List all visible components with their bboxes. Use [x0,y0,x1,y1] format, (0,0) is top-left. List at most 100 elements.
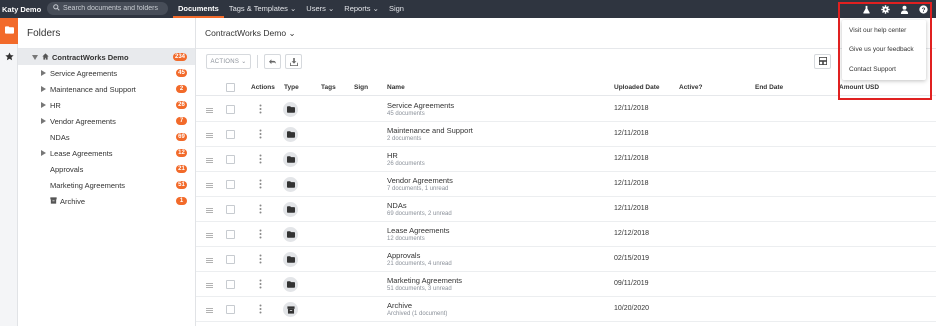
more-actions-icon[interactable] [259,104,262,116]
row-checkbox[interactable] [226,255,235,264]
nav-reports[interactable]: Reports ⌄ [339,0,384,18]
row-name[interactable]: Approvals [387,251,420,260]
folder-icon [283,227,298,242]
select-all-checkbox[interactable] [226,83,235,92]
row-checkbox[interactable] [226,130,235,139]
nav-sign[interactable]: Sign [384,0,409,18]
folder-item-vendor-agreements[interactable]: Vendor Agreements 7 [18,113,195,129]
nav-documents[interactable]: Documents [173,0,224,18]
column-uploaded-date[interactable]: Uploaded Date [614,84,660,91]
row-name[interactable]: Archive [387,301,412,310]
drag-handle-icon[interactable] [206,281,213,290]
row-subtitle: 45 documents [387,111,425,117]
nav-users[interactable]: Users ⌄ [301,0,339,18]
caret-right-icon[interactable] [40,86,46,92]
more-actions-icon[interactable] [259,229,262,241]
account-name[interactable]: Katy Demo [0,5,41,14]
more-actions-icon[interactable] [259,179,262,191]
row-checkbox[interactable] [226,230,235,239]
drag-handle-icon[interactable] [206,156,213,165]
drag-handle-icon[interactable] [206,231,213,240]
nav-tags-templates[interactable]: Tags & Templates ⌄ [224,0,301,18]
folder-item-maintenance-and-support[interactable]: Maintenance and Support 2 [18,81,195,97]
table-row[interactable]: Service Agreements 45 documents 12/11/2018 [196,97,936,122]
main-content: ContractWorks Demo ⌄ ACTIONS ⌄ Actions Ty… [196,18,936,326]
column-sign[interactable]: Sign [354,84,368,91]
more-actions-icon[interactable] [259,304,262,316]
folder-item-ndas[interactable]: NDAs 69 [18,129,195,145]
folder-item-service-agreements[interactable]: Service Agreements 45 [18,65,195,81]
more-actions-icon[interactable] [259,254,262,266]
row-uploaded-date: 10/20/2020 [614,305,650,312]
rail-favorites[interactable] [0,44,18,70]
table-row[interactable]: Maintenance and Support 2 documents 12/11/… [196,122,936,147]
folder-icon [283,202,298,217]
column-type[interactable]: Type [284,84,299,91]
top-nav: Katy Demo Documents Tags & Templates ⌄ U… [0,0,936,18]
row-checkbox[interactable] [226,105,235,114]
table-row[interactable]: Archive Archived (1 document) 10/20/2020 [196,297,936,322]
drag-handle-icon[interactable] [206,206,213,215]
folder-count-badge: 7 [176,117,187,125]
caret-down-icon[interactable] [32,54,38,60]
row-checkbox[interactable] [226,155,235,164]
folder-root[interactable]: ContractWorks Demo 234 [18,49,195,65]
table-row[interactable]: HR 26 documents 12/11/2018 [196,147,936,172]
folder-icon [283,152,298,167]
caret-right-icon[interactable] [40,118,46,124]
undo-button[interactable] [264,54,281,69]
drag-handle-icon[interactable] [206,306,213,315]
table-row[interactable]: Marketing Agreements 51 documents, 3 unre… [196,272,936,297]
more-actions-icon[interactable] [259,129,262,141]
row-name[interactable]: Service Agreements [387,101,454,110]
search-input[interactable] [63,5,163,12]
row-checkbox[interactable] [226,305,235,314]
table-row[interactable]: Vendor Agreements 7 documents, 1 unread 12… [196,172,936,197]
row-uploaded-date: 02/15/2019 [614,255,650,262]
folder-item-lease-agreements[interactable]: Lease Agreements 12 [18,145,195,161]
table-row[interactable]: Approvals 21 documents, 4 unread 02/15/201… [196,247,936,272]
search-box[interactable] [47,2,168,15]
drag-handle-icon[interactable] [206,181,213,190]
folder-item-marketing-agreements[interactable]: Marketing Agreements 51 [18,177,195,193]
row-checkbox[interactable] [226,280,235,289]
row-name[interactable]: Lease Agreements [387,226,450,235]
row-name[interactable]: Maintenance and Support [387,126,473,135]
caret-right-icon[interactable] [40,102,46,108]
archive-box-icon [50,196,57,206]
table-row[interactable]: NDAs 69 documents, 2 unread 12/11/2018 [196,197,936,222]
row-name[interactable]: Marketing Agreements [387,276,462,285]
folder-icon [283,102,298,117]
grid-view-button[interactable] [814,54,831,69]
table-row[interactable]: Lease Agreements 12 documents 12/12/2018 [196,222,936,247]
more-actions-icon[interactable] [259,204,262,216]
column-end-date[interactable]: End Date [755,84,783,91]
drag-handle-icon[interactable] [206,106,213,115]
more-actions-icon[interactable] [259,279,262,291]
folder-label: Vendor Agreements [50,116,116,126]
more-actions-icon[interactable] [259,154,262,166]
column-name[interactable]: Name [387,84,405,91]
caret-right-icon[interactable] [40,150,46,156]
row-uploaded-date: 12/11/2018 [614,130,649,137]
drag-handle-icon[interactable] [206,131,213,140]
actions-button[interactable]: ACTIONS ⌄ [206,54,251,69]
toolbar-divider [257,55,258,68]
drag-handle-icon[interactable] [206,256,213,265]
row-checkbox[interactable] [226,205,235,214]
folder-item-approvals[interactable]: Approvals 21 [18,161,195,177]
folder-label: ContractWorks Demo [52,52,129,62]
row-checkbox[interactable] [226,180,235,189]
folder-item-archive[interactable]: Archive 1 [18,193,195,209]
row-name[interactable]: HR [387,151,398,160]
column-tags[interactable]: Tags [321,84,336,91]
folder-item-hr[interactable]: HR 26 [18,97,195,113]
undo-icon [268,54,277,69]
folder-title-dropdown[interactable]: ContractWorks Demo ⌄ [205,28,296,39]
rail-folders[interactable] [0,18,18,44]
caret-right-icon[interactable] [40,70,46,76]
row-name[interactable]: NDAs [387,201,407,210]
row-name[interactable]: Vendor Agreements [387,176,453,185]
column-active[interactable]: Active? [679,84,702,91]
download-button[interactable] [285,54,302,69]
